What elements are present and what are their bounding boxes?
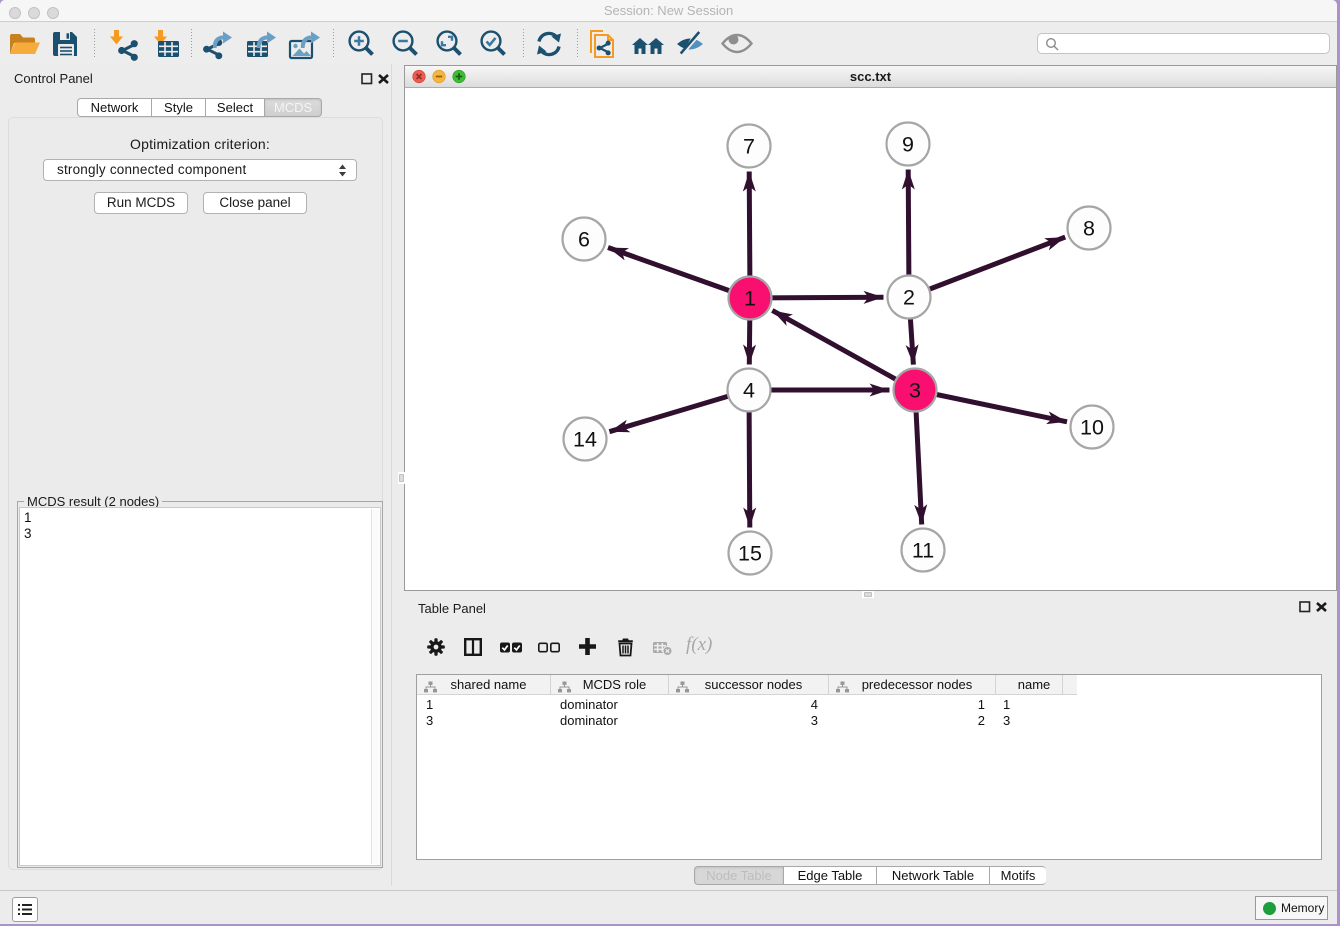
svg-text:8: 8: [1083, 217, 1095, 241]
svg-text:14: 14: [573, 428, 597, 452]
svg-text:7: 7: [743, 135, 755, 159]
svg-text:9: 9: [902, 133, 914, 157]
svg-text:3: 3: [909, 379, 921, 403]
svg-text:15: 15: [738, 542, 762, 566]
svg-text:11: 11: [912, 539, 934, 563]
svg-text:4: 4: [743, 379, 755, 403]
svg-text:2: 2: [903, 286, 915, 310]
svg-text:1: 1: [744, 287, 756, 311]
svg-text:10: 10: [1080, 416, 1104, 440]
svg-text:6: 6: [578, 228, 590, 252]
